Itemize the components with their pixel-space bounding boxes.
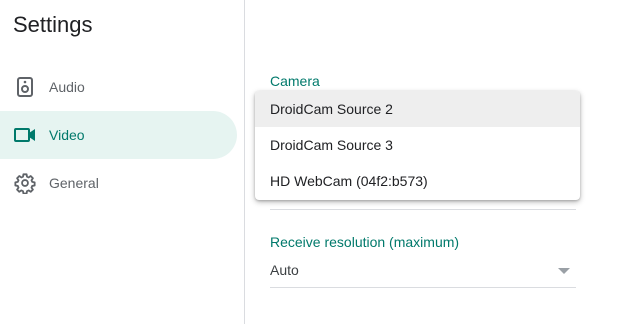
chevron-down-icon	[558, 268, 570, 274]
camera-dropdown-menu: DroidCam Source 2 DroidCam Source 3 HD W…	[255, 91, 580, 200]
receive-resolution-label: Receive resolution (maximum)	[270, 234, 460, 250]
receive-resolution-select[interactable]: Auto	[270, 252, 576, 288]
receive-resolution-value: Auto	[270, 262, 299, 278]
videocam-icon	[13, 123, 37, 147]
sidebar-item-video[interactable]: Video	[0, 111, 237, 159]
sidebar-item-label: Audio	[49, 79, 85, 95]
camera-option[interactable]: DroidCam Source 3	[255, 127, 580, 163]
sidebar-item-label: General	[49, 175, 99, 191]
page-title: Settings	[13, 12, 93, 37]
camera-label: Camera	[270, 73, 320, 89]
settings-window: Settings Audio Video General Camera Rece…	[0, 0, 621, 324]
gear-icon	[13, 171, 37, 195]
sidebar: Settings Audio Video General	[0, 0, 245, 324]
speaker-icon	[13, 75, 37, 99]
sidebar-item-label: Video	[49, 127, 85, 143]
sidebar-item-audio[interactable]: Audio	[0, 63, 237, 111]
camera-option[interactable]: HD WebCam (04f2:b573)	[255, 163, 580, 199]
camera-option[interactable]: DroidCam Source 2	[255, 91, 580, 127]
sidebar-item-general[interactable]: General	[0, 159, 237, 207]
